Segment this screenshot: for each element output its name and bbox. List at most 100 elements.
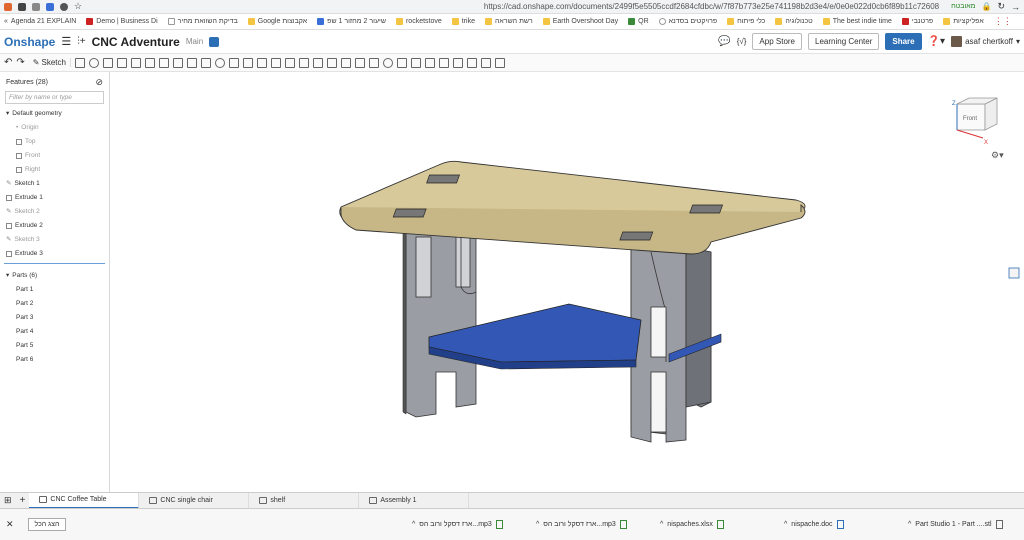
model-render[interactable]: Front Z X ⚙▾ <box>111 72 1024 492</box>
document-title[interactable]: CNC Adventure <box>92 35 180 49</box>
comment-icon[interactable]: 💬 <box>718 36 730 47</box>
plane-icon[interactable] <box>368 57 379 68</box>
bookmark-item[interactable]: כלי פיתוח <box>727 18 765 25</box>
onshape-logo[interactable]: Onshape <box>4 35 55 49</box>
tab-manager-icon[interactable]: ⊞ <box>0 495 16 506</box>
origin-item[interactable]: • Origin <box>0 121 109 135</box>
plane-item-front[interactable]: Front <box>0 149 109 163</box>
revolve-icon[interactable] <box>88 57 99 68</box>
feature-filter-input[interactable]: Filter by name or type <box>5 91 104 104</box>
panel-divider[interactable] <box>4 263 105 264</box>
extension-icon[interactable] <box>60 2 68 11</box>
bookmark-item[interactable]: Earth Overshoot Day <box>542 18 618 25</box>
help-icon[interactable]: ❓▾ <box>928 36 945 47</box>
thicken-icon[interactable] <box>130 57 141 68</box>
variable-icon[interactable] <box>396 57 407 68</box>
shell-icon[interactable] <box>200 57 211 68</box>
frame-icon[interactable] <box>466 57 477 68</box>
rib-icon[interactable] <box>186 57 197 68</box>
feature-item[interactable]: ✎ Sketch 1 <box>0 177 109 191</box>
tab-cnc-coffee-table[interactable]: CNC Coffee Table <box>29 492 140 509</box>
parts-group[interactable]: ▾ Parts (6) <box>0 269 109 283</box>
draft-icon[interactable] <box>172 57 183 68</box>
add-tab-icon[interactable]: + <box>16 495 30 506</box>
mate-connector-icon[interactable] <box>424 57 435 68</box>
learning-center-button[interactable]: Learning Center <box>808 33 880 50</box>
tab-shelf[interactable]: shelf <box>249 492 360 509</box>
offset-surface-icon[interactable] <box>354 57 365 68</box>
sweep-icon[interactable] <box>102 57 113 68</box>
app-store-button[interactable]: App Store <box>752 33 802 50</box>
star-icon[interactable]: ☆ <box>74 1 82 12</box>
loft-icon[interactable] <box>116 57 127 68</box>
delete-part-icon[interactable] <box>298 57 309 68</box>
download-item[interactable]: ^ nispache.doc <box>784 520 894 529</box>
part-item[interactable]: Part 4 <box>0 325 109 339</box>
helix-icon[interactable] <box>382 57 393 68</box>
feature-item[interactable]: Extrude 2 <box>0 219 109 233</box>
feature-script-icon[interactable] <box>452 57 463 68</box>
menu-icon[interactable]: ☰ <box>61 35 71 48</box>
transform-icon[interactable] <box>284 57 295 68</box>
default-geometry-group[interactable]: ▾ Default geometry <box>0 107 109 121</box>
feature-item[interactable]: Extrude 3 <box>0 247 109 261</box>
url-bar[interactable]: https://cad.onshape.com/documents/2499f5… <box>88 2 945 11</box>
reload-icon[interactable]: ↻ <box>997 1 1005 12</box>
pattern-icon[interactable] <box>228 57 239 68</box>
extension-icon[interactable] <box>4 2 12 11</box>
undo-icon[interactable]: ↶ <box>4 57 12 68</box>
part-item[interactable]: Part 5 <box>0 339 109 353</box>
graphics-viewport[interactable]: Front Z X ⚙▾ <box>111 72 1024 492</box>
mirror-icon[interactable] <box>242 57 253 68</box>
extension-icon[interactable] <box>32 2 40 11</box>
code-icon[interactable]: {√} <box>737 37 747 46</box>
user-menu[interactable]: asaf chertkoff ▾ <box>951 36 1020 47</box>
bookmark-item[interactable]: The best indie time <box>822 18 892 25</box>
bookmark-item[interactable]: פרויקטים בסדנא <box>658 18 717 25</box>
show-all-button[interactable]: הצג הכל <box>27 518 67 531</box>
section-view-icon[interactable] <box>438 57 449 68</box>
bookmark-item[interactable]: רשת השראה <box>485 18 533 25</box>
measure-icon[interactable] <box>410 57 421 68</box>
bookmark-item[interactable]: שיעור 2 מחזור 1 שפ <box>317 18 386 25</box>
rollback-icon[interactable]: ⊘ <box>95 77 103 88</box>
right-leg-part[interactable] <box>630 243 722 443</box>
extension-icon[interactable] <box>18 2 26 11</box>
feature-item[interactable]: ✎ Sketch 2 <box>0 205 109 219</box>
bookmark-item[interactable]: « Agenda 21 EXPLAIN <box>4 18 76 25</box>
bookmark-item[interactable]: פרטנבי <box>901 18 933 25</box>
redo-icon[interactable]: ↷ <box>16 57 24 68</box>
insert-icon[interactable]: ⫶+ <box>77 36 85 47</box>
bookmark-item[interactable]: trike <box>451 18 475 25</box>
extension-icon[interactable] <box>46 2 54 11</box>
download-item[interactable]: ^ Part Studio 1 - Part ....stl <box>908 520 1018 529</box>
boolean-icon[interactable] <box>256 57 267 68</box>
extrude-icon[interactable] <box>74 57 85 68</box>
plane-item-top[interactable]: Top <box>0 135 109 149</box>
left-leg-part[interactable] <box>402 231 477 418</box>
hole-icon[interactable] <box>214 57 225 68</box>
plane-item-right[interactable]: Right <box>0 163 109 177</box>
version-icon[interactable] <box>209 36 220 47</box>
part-item[interactable]: Part 1 <box>0 283 109 297</box>
split-icon[interactable] <box>270 57 281 68</box>
add-custom-feature-icon[interactable] <box>494 57 505 68</box>
sketch-button[interactable]: ✎ Sketch <box>29 58 71 67</box>
download-item[interactable]: ^ nispaches.xlsx <box>660 520 770 529</box>
tab-assembly-1[interactable]: Assembly 1 <box>359 492 470 509</box>
view-options-icon[interactable]: ⚙▾ <box>991 151 1004 161</box>
replace-face-icon[interactable] <box>340 57 351 68</box>
appearance-panel-icon[interactable] <box>1008 267 1020 279</box>
feature-item[interactable]: Extrude 1 <box>0 191 109 205</box>
share-button[interactable]: Share <box>885 33 922 50</box>
forward-icon[interactable]: → <box>1011 2 1020 12</box>
download-item[interactable]: ^ ארז דסקל ורוב הס...mp3 <box>412 520 522 529</box>
bookmark-item[interactable]: בדיקת השוואת מחיר <box>167 18 238 25</box>
bookmark-item[interactable]: Demo | Business Di <box>86 18 158 25</box>
fillet-icon[interactable] <box>144 57 155 68</box>
view-cube[interactable]: Front Z X <box>952 97 998 146</box>
apps-grid-icon[interactable]: ⋮⋮ <box>994 16 1012 27</box>
feature-item[interactable]: ✎ Sketch 3 <box>0 233 109 247</box>
bookmark-item[interactable]: אפליקציות <box>943 18 984 25</box>
download-item[interactable]: ^ ארז דסקל ורוב הס...mp3 <box>536 520 646 529</box>
